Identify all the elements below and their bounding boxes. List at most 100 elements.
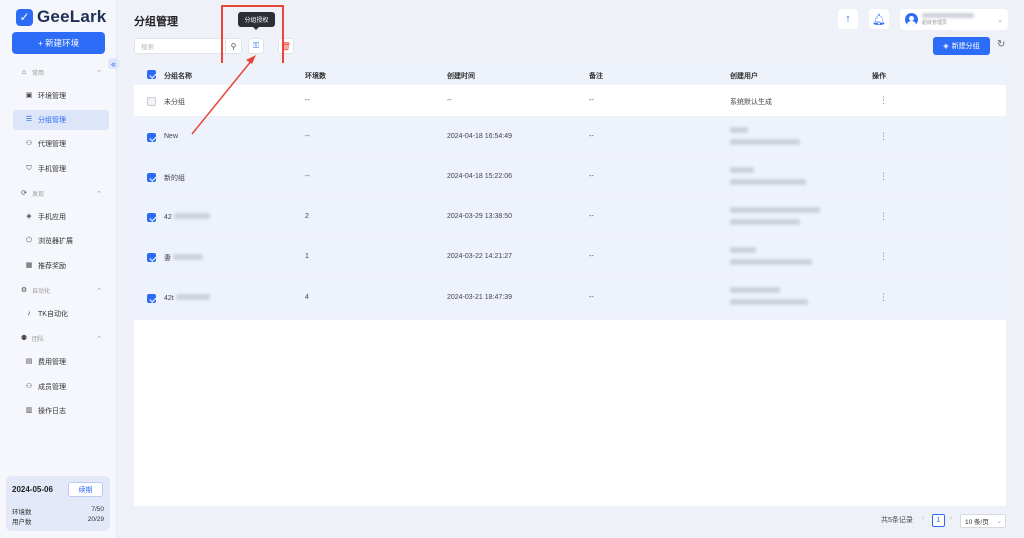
column-header: 环境数 [305,73,326,80]
plan-card: 2024-05-06 续期 环境数 7/50 用户数 20/29 [6,476,110,531]
select-all-checkbox[interactable] [147,70,156,79]
more-actions-icon[interactable]: ⋮ [879,292,888,303]
section-discover[interactable]: ⟳ 发现 ⌃ [20,189,102,199]
section-team[interactable]: ⚉ 团队 ⌃ [20,334,102,344]
section-common[interactable]: ⌂ 常用 ⌃ [20,68,102,78]
group-name: New [164,133,179,140]
user-quota-value: 20/29 [87,516,104,523]
upload-icon[interactable]: ↑ [838,9,858,29]
sidebar-item-label: 费用管理 [38,359,66,366]
more-actions-icon[interactable]: ⋮ [879,211,888,222]
search-input[interactable]: 搜索 [135,41,225,51]
row-checkbox[interactable] [147,173,156,182]
table-row[interactable]: 妻 1 2024-03-22 14:21:27 -- ⋮ [134,238,1006,278]
table-row[interactable]: 42 2 2024-03-29 13:38:50 -- ⋮ [134,198,1006,238]
chevron-up-icon: ⌃ [96,190,102,198]
sidebar-item-members[interactable]: ⚇ 成员管理 [13,377,109,397]
section-label: 常用 [32,71,45,77]
created-time: 2024-04-18 15:22:06 [447,173,512,180]
table-row[interactable]: 新的组 -- 2024-04-18 15:22:06 -- ⋮ [134,158,1006,198]
prev-page-icon[interactable]: ‹ [922,515,924,522]
puzzle-icon: ⬠ [25,237,33,244]
sidebar-item-phones[interactable]: ⛉ 手机管理 [13,159,109,179]
new-environment-button[interactable]: + 新建环境 [12,32,105,54]
row-checkbox[interactable] [147,294,156,303]
created-time: 2024-04-18 16:54:49 [447,133,512,140]
sidebar-item-apps[interactable]: ◈ 手机应用 [13,207,109,227]
chevron-down-icon: ⌄ [996,518,1002,525]
user-quota-label: 用户数 [12,519,32,526]
next-page-icon[interactable]: › [950,515,952,522]
table-row[interactable]: 42t 4 2024-03-21 18:47:39 -- ⋮ [134,278,1006,320]
user-info: 超级管理员 [922,13,974,26]
created-time: 2024-03-29 13:38:50 [447,213,512,220]
sidebar-item-logs[interactable]: ▥ 操作日志 [13,401,109,421]
column-header: 创建用户 [730,73,758,80]
plan-expiry-date: 2024-05-06 [12,485,53,494]
sidebar-item-rewards[interactable]: ▦ 推荐奖励 [13,256,109,276]
page-button[interactable]: 1 [932,514,945,527]
renew-button[interactable]: 续期 [68,482,103,497]
env-quota-value: 7/50 [91,506,104,513]
layers-icon: ◈ [943,43,949,50]
sidebar-item-label: 浏览器扩展 [38,238,73,245]
more-actions-icon[interactable]: ⋮ [879,251,888,262]
sidebar-item-billing[interactable]: ▤ 费用管理 [13,352,109,372]
sidebar-item-tk-automation[interactable]: ♪ TK自动化 [13,304,109,324]
column-header: 备注 [589,73,603,80]
section-automation[interactable]: ⚙ 自动化 ⌃ [20,286,102,296]
row-checkbox[interactable] [147,97,156,106]
list-icon: ☰ [25,116,33,123]
creator-redacted [730,247,812,265]
note: -- [589,294,594,301]
sidebar-item-label: 分组管理 [38,117,66,124]
members-icon: ⚇ [25,383,33,390]
table-row[interactable]: New -- 2024-04-18 16:54:49 -- ⋮ [134,117,1006,158]
app-icon: ◈ [26,213,32,220]
group-name: 妻 [164,253,203,263]
sidebar: ✓ GeeLark + 新建环境 ⌂ 常用 ⌃ ▣ 环境管理 ☰ 分组管理 ⚇ … [0,0,117,538]
table-row[interactable]: 未分组 -- -- -- 系统默认生成 ⋮ [134,85,1006,117]
user-quota: 用户数 20/29 [12,516,104,526]
chevron-down-icon: ⌄ [997,16,1003,24]
new-group-button[interactable]: ◈ 新建分组 [933,37,990,55]
env-count: 2 [305,213,309,220]
logo[interactable]: ✓ GeeLark [16,7,106,27]
note: -- [589,97,594,104]
chevron-up-icon: ⌃ [96,335,102,343]
table-header: 分组名称 环境数 创建时间 备注 创建用户 操作 [134,63,1006,85]
sidebar-item-env[interactable]: ▣ 环境管理 [13,86,109,106]
env-count: -- [305,133,310,140]
sidebar-item-groups[interactable]: ☰ 分组管理 [13,110,109,130]
section-label: 自动化 [32,289,51,295]
more-actions-icon[interactable]: ⋮ [879,131,888,142]
robot-icon: ⚙ [20,286,28,294]
window-icon: ▣ [25,92,33,99]
group-name: 新的组 [164,175,185,182]
column-header: 分组名称 [164,73,192,80]
more-actions-icon[interactable]: ⋮ [879,171,888,182]
row-checkbox[interactable] [147,253,156,262]
bell-icon[interactable]: 🔔︎ [869,9,889,29]
sidebar-item-proxy[interactable]: ⚇ 代理管理 [13,134,109,154]
row-checkbox[interactable] [147,213,156,222]
page-size-select[interactable]: 10 条/页 ⌄ [960,514,1006,528]
creator-redacted [730,287,808,305]
bill-icon: ▤ [25,358,33,365]
user-menu[interactable]: 超级管理员 ⌄ [900,9,1008,30]
user-role: 超级管理员 [922,20,948,26]
sidebar-item-extensions[interactable]: ⬠ 浏览器扩展 [13,231,109,251]
collapse-sidebar-icon[interactable]: « [108,58,119,69]
chevron-up-icon: ⌃ [96,69,102,77]
total-records: 共5条记录 [881,517,913,524]
more-actions-icon[interactable]: ⋮ [879,95,888,106]
env-count: 4 [305,294,309,301]
chevron-up-icon: ⌃ [96,287,102,295]
refresh-icon[interactable]: ↻ [997,39,1005,50]
sidebar-item-label: 环境管理 [38,93,66,100]
group-name: 42 [164,213,210,221]
creator-redacted [730,207,820,225]
creator-redacted [730,127,800,145]
proxy-icon: ⚇ [25,140,33,147]
row-checkbox[interactable] [147,133,156,142]
